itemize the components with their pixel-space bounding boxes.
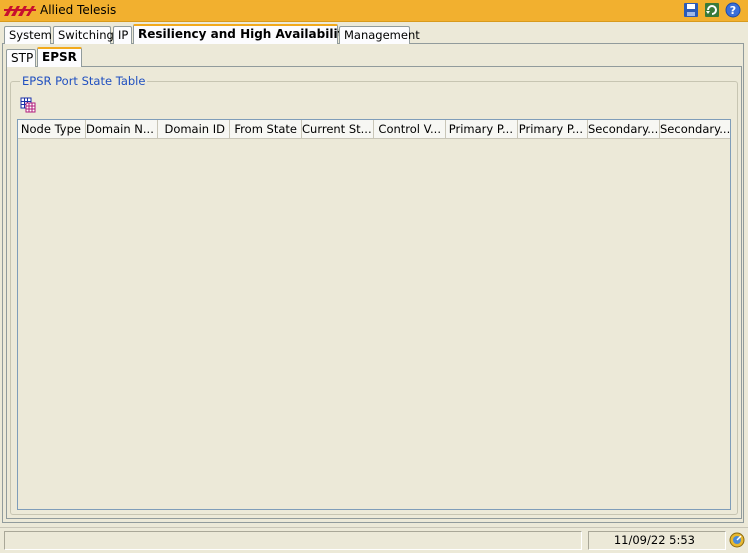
tab-ip[interactable]: IP bbox=[113, 26, 132, 44]
status-message bbox=[4, 531, 582, 550]
column-header-secondary-2[interactable]: Secondary... bbox=[660, 120, 730, 139]
tab-switching[interactable]: Switching bbox=[53, 26, 114, 44]
status-icon[interactable] bbox=[729, 532, 745, 548]
epsr-port-state-table[interactable]: Node Type Domain N... Domain ID From Sta… bbox=[17, 119, 731, 510]
tab-label: Switching bbox=[58, 28, 114, 42]
tab-system[interactable]: System bbox=[4, 26, 52, 44]
column-header-control-vlan[interactable]: Control V... bbox=[374, 120, 446, 139]
status-bar: 11/09/22 5:53 bbox=[0, 527, 748, 553]
column-header-current-state[interactable]: Current St... bbox=[302, 120, 374, 139]
status-datetime: 11/09/22 5:53 bbox=[588, 531, 726, 550]
tab-stp[interactable]: STP bbox=[6, 49, 36, 67]
column-header-domain-name[interactable]: Domain N... bbox=[86, 120, 158, 139]
tab-label: IP bbox=[118, 28, 129, 42]
app-title: Allied Telesis bbox=[40, 3, 117, 17]
column-header-from-state[interactable]: From State bbox=[230, 120, 302, 139]
allied-telesis-logo-icon bbox=[4, 6, 36, 16]
tab-label: Management bbox=[344, 28, 420, 42]
group-title: EPSR Port State Table bbox=[20, 74, 148, 88]
table-header: Node Type Domain N... Domain ID From Sta… bbox=[18, 120, 730, 139]
save-icon[interactable] bbox=[683, 2, 699, 18]
title-bar: Allied Telesis ? bbox=[0, 0, 748, 22]
column-header-node-type[interactable]: Node Type bbox=[18, 120, 86, 139]
tab-label: EPSR bbox=[42, 50, 77, 64]
tab-management[interactable]: Management bbox=[339, 26, 420, 44]
column-header-primary-port-2[interactable]: Primary P... bbox=[518, 120, 588, 139]
tab-label: Resiliency and High Availability bbox=[138, 27, 352, 41]
column-header-primary-port-1[interactable]: Primary P... bbox=[446, 120, 518, 139]
column-header-secondary-1[interactable]: Secondary... bbox=[588, 120, 660, 139]
refresh-icon[interactable] bbox=[704, 2, 720, 18]
help-icon[interactable]: ? bbox=[725, 2, 741, 18]
svg-text:?: ? bbox=[730, 4, 736, 17]
tab-resiliency[interactable]: Resiliency and High Availability bbox=[133, 24, 351, 44]
table-columns-icon[interactable] bbox=[20, 97, 36, 113]
column-header-domain-id[interactable]: Domain ID bbox=[158, 120, 230, 139]
tab-label: STP bbox=[11, 51, 34, 65]
tab-epsr[interactable]: EPSR bbox=[37, 47, 82, 67]
tab-label: System bbox=[9, 28, 52, 42]
